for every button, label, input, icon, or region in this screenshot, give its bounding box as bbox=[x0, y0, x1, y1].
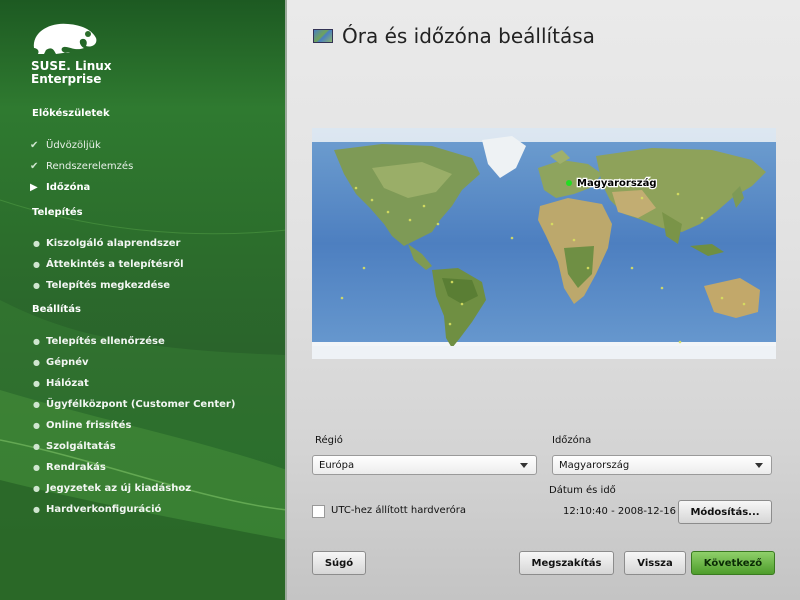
world-map[interactable]: Magyarország bbox=[312, 128, 776, 359]
bullet-icon: ● bbox=[33, 358, 40, 367]
bullet-icon: ● bbox=[33, 442, 40, 451]
bullet-icon: ● bbox=[33, 379, 40, 388]
step-hostname: ● Gépnév bbox=[30, 357, 89, 368]
bullet-icon: ● bbox=[33, 260, 40, 269]
step-install-start: ● Telepítés megkezdése bbox=[30, 280, 170, 291]
step-label: Időzóna bbox=[46, 182, 91, 193]
step-network: ● Hálózat bbox=[30, 378, 89, 389]
check-icon: ✔ bbox=[30, 161, 39, 172]
bullet-icon: ● bbox=[33, 484, 40, 493]
region-label: Régió bbox=[315, 435, 343, 446]
step-label: Áttekintés a telepítésről bbox=[46, 259, 184, 270]
step-label: Telepítés ellenőrzése bbox=[46, 336, 165, 347]
step-label: Kiszolgáló alaprendszer bbox=[46, 238, 181, 249]
utc-label: UTC-hez állított hardveróra bbox=[331, 505, 466, 516]
chevron-down-icon bbox=[755, 463, 763, 468]
bullet-icon: ● bbox=[33, 400, 40, 409]
abort-button[interactable]: Megszakítás bbox=[519, 551, 614, 575]
step-label: Üdvözöljük bbox=[46, 140, 101, 151]
step-label: Ügyfélközpont (Customer Center) bbox=[46, 399, 236, 410]
region-combobox[interactable]: Európa bbox=[312, 455, 537, 475]
bullet-icon: ● bbox=[33, 505, 40, 514]
step-install-overview: ● Áttekintés a telepítésről bbox=[30, 259, 184, 270]
bullet-icon: ● bbox=[33, 337, 40, 346]
bullet-icon: ● bbox=[33, 463, 40, 472]
step-services: ● Szolgáltatás bbox=[30, 441, 116, 452]
map-selected-label: Magyarország bbox=[577, 177, 657, 189]
step-label: Online frissítés bbox=[46, 420, 132, 431]
page-title-text: Óra és időzóna beállítása bbox=[342, 24, 595, 48]
chevron-down-icon bbox=[520, 463, 528, 468]
step-label: Gépnév bbox=[46, 357, 89, 368]
utc-checkbox[interactable] bbox=[312, 505, 325, 518]
change-datetime-button[interactable]: Módosítás... bbox=[678, 500, 772, 524]
step-release-notes: ● Jegyzetek az új kiadáshoz bbox=[30, 483, 191, 494]
step-timezone: ▶ Időzóna bbox=[30, 182, 90, 193]
timezone-label: Időzóna bbox=[552, 435, 592, 446]
step-install-check: ● Telepítés ellenőrzése bbox=[30, 336, 165, 347]
selected-location-marker bbox=[566, 180, 572, 186]
bullet-icon: ● bbox=[33, 281, 40, 290]
suse-chameleon-logo-icon bbox=[33, 23, 97, 54]
step-welcome: ✔ Üdvözöljük bbox=[30, 140, 101, 151]
section-configuration: Beállítás bbox=[32, 304, 81, 315]
step-label: Hálózat bbox=[46, 378, 89, 389]
page-title: Óra és időzóna beállítása bbox=[313, 24, 595, 48]
brand-name: SUSE. Linux Enterprise bbox=[31, 60, 112, 86]
play-arrow-icon: ▶ bbox=[30, 182, 38, 193]
timezone-combobox[interactable]: Magyarország bbox=[552, 455, 772, 475]
datetime-value: 12:10:40 - 2008-12-16 bbox=[563, 506, 676, 517]
step-online-update: ● Online frissítés bbox=[30, 420, 131, 431]
step-server-base: ● Kiszolgáló alaprendszer bbox=[30, 238, 181, 249]
step-system-analysis: ✔ Rendszerelemzés bbox=[30, 161, 133, 172]
check-icon: ✔ bbox=[30, 140, 39, 151]
step-label: Rendrakás bbox=[46, 462, 106, 473]
region-value: Európa bbox=[319, 459, 355, 471]
bullet-icon: ● bbox=[33, 239, 40, 248]
step-label: Hardverkonfiguráció bbox=[46, 504, 162, 515]
step-hardware-config: ● Hardverkonfiguráció bbox=[30, 504, 161, 515]
bullet-icon: ● bbox=[33, 421, 40, 430]
section-preparation: Előkészületek bbox=[32, 108, 110, 119]
datetime-label: Dátum és idő bbox=[549, 485, 616, 496]
brand-line-2: Enterprise bbox=[31, 72, 102, 86]
timezone-value: Magyarország bbox=[559, 459, 630, 471]
step-label: Rendszerelemzés bbox=[46, 161, 134, 172]
step-label: Szolgáltatás bbox=[46, 441, 116, 452]
step-label: Jegyzetek az új kiadáshoz bbox=[46, 483, 192, 494]
help-button[interactable]: Súgó bbox=[312, 551, 366, 575]
main-panel: Óra és időzóna beállítása Magyarország R… bbox=[287, 0, 800, 600]
next-button[interactable]: Következő bbox=[691, 551, 775, 575]
section-installation: Telepítés bbox=[32, 207, 83, 218]
step-label: Telepítés megkezdése bbox=[46, 280, 171, 291]
step-customer-center: ● Ügyfélközpont (Customer Center) bbox=[30, 399, 235, 410]
sidebar: SUSE. Linux Enterprise Előkészületek ✔ Üd… bbox=[0, 0, 287, 600]
step-cleanup: ● Rendrakás bbox=[30, 462, 106, 473]
back-button[interactable]: Vissza bbox=[624, 551, 686, 575]
world-map-icon bbox=[313, 29, 333, 43]
